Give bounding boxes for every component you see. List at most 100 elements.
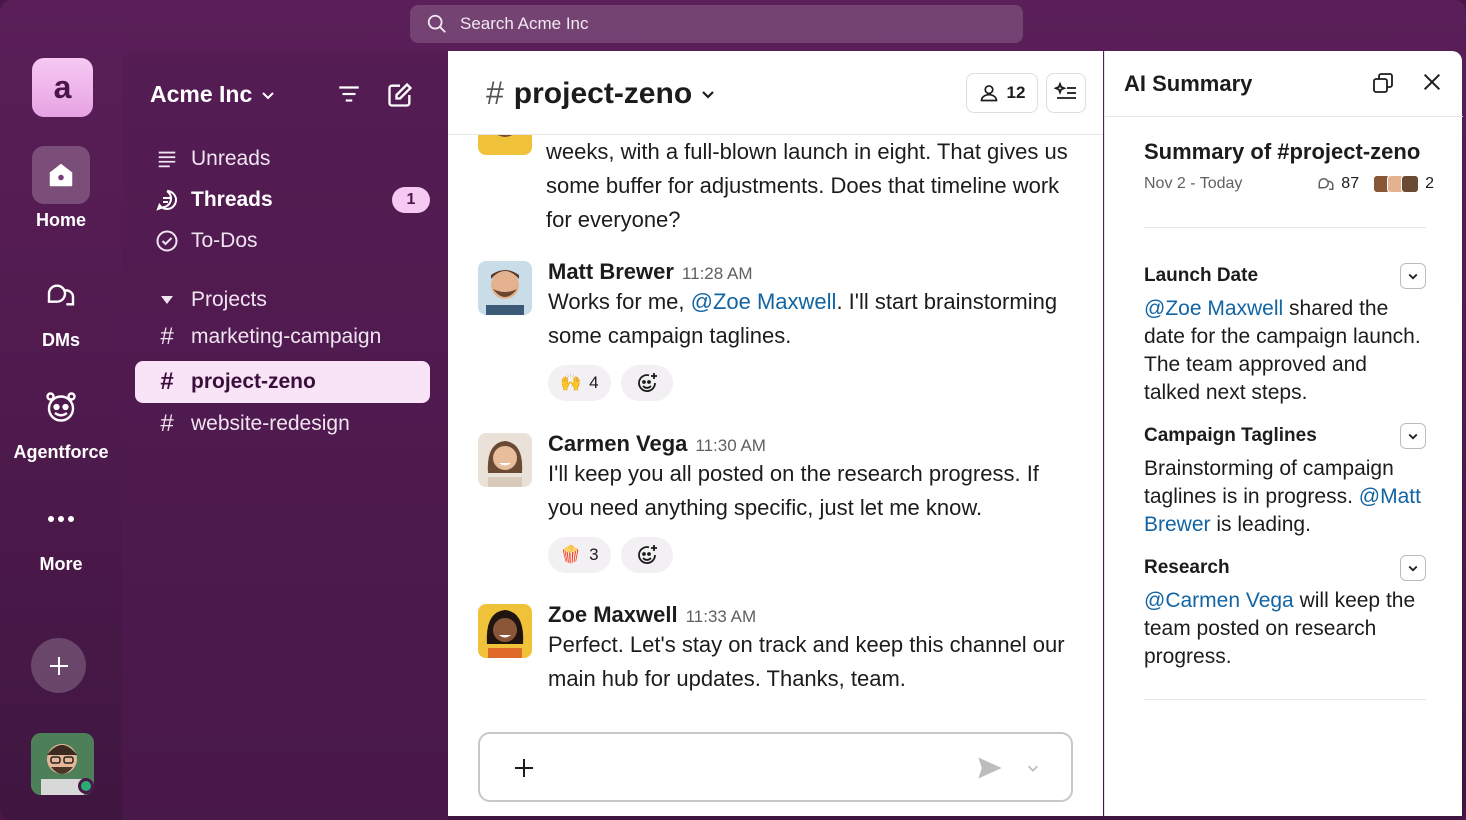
sidebar-item-todos[interactable]: To-Dos bbox=[135, 220, 430, 262]
sidebar-item-label: Threads bbox=[191, 188, 273, 211]
add-emoji-icon bbox=[637, 373, 657, 392]
add-workspace-button[interactable] bbox=[31, 638, 86, 693]
search-bar[interactable]: Search Acme Inc bbox=[410, 5, 1023, 43]
section-heading: Launch Date bbox=[1144, 265, 1259, 286]
members-button[interactable]: 12 bbox=[966, 73, 1038, 113]
panel-title: AI Summary bbox=[1124, 71, 1253, 96]
filter-icon[interactable] bbox=[336, 81, 362, 107]
section-projects-toggle[interactable]: Projects bbox=[135, 279, 430, 321]
avatar[interactable] bbox=[478, 604, 532, 658]
avatar[interactable] bbox=[478, 433, 532, 487]
sidebar-item-label: To-Dos bbox=[191, 229, 258, 252]
reaction-emoji: 🙌 bbox=[560, 373, 582, 392]
avatar bbox=[478, 135, 532, 155]
unreads-icon bbox=[155, 147, 179, 171]
rail-item-agentforce[interactable]: Agentforce bbox=[0, 378, 122, 463]
section-label: Projects bbox=[191, 288, 267, 311]
ai-sparkle-list-icon bbox=[1054, 81, 1076, 99]
chevron-down-icon bbox=[1408, 433, 1418, 440]
sidebar-channel-website-redesign[interactable]: # website-redesign bbox=[135, 403, 430, 445]
chevron-down-icon bbox=[702, 90, 714, 99]
mention-link[interactable]: @Zoe Maxwell bbox=[691, 289, 837, 314]
channel-name: project-zeno bbox=[513, 76, 693, 110]
mention-link[interactable]: @Carmen Vega bbox=[1144, 589, 1294, 612]
section-collapse-button[interactable] bbox=[1400, 263, 1426, 289]
message-timestamp[interactable]: 11:28 AM bbox=[682, 264, 753, 283]
compose-icon[interactable] bbox=[386, 81, 414, 109]
summary-title: Summary of #project-zeno bbox=[1144, 139, 1421, 164]
section-text: @Zoe Maxwell shared the date for the cam… bbox=[1144, 295, 1426, 407]
message-author[interactable]: Zoe Maxwell bbox=[548, 602, 678, 627]
message-timestamp[interactable]: 11:30 AM bbox=[695, 436, 766, 455]
threads-icon bbox=[1318, 177, 1334, 190]
chevron-down-icon bbox=[1408, 565, 1418, 572]
reaction-count: 4 bbox=[589, 373, 599, 392]
section-collapse-button[interactable] bbox=[1400, 423, 1426, 449]
summary-meta: Nov 2 - Today 87 2 bbox=[1144, 175, 1434, 193]
close-icon[interactable] bbox=[1421, 71, 1443, 93]
sidebar-item-threads[interactable]: Threads 1 bbox=[135, 179, 430, 221]
hash-icon: # bbox=[160, 323, 174, 350]
message-author[interactable]: Matt Brewer bbox=[548, 259, 674, 284]
presence-indicator bbox=[78, 778, 94, 794]
channel-header: # project-zeno 12 bbox=[448, 51, 1103, 135]
search-placeholder: Search Acme Inc bbox=[460, 14, 589, 33]
workspace-logo[interactable]: a bbox=[32, 58, 93, 117]
thread-count: 87 bbox=[1341, 175, 1360, 192]
sidebar-item-unreads[interactable]: Unreads bbox=[135, 138, 430, 180]
sidebar-channel-marketing-campaign[interactable]: # marketing-campaign bbox=[135, 316, 430, 358]
participant-count: 2 bbox=[1425, 175, 1434, 192]
message-composer[interactable] bbox=[478, 732, 1073, 802]
pop-out-icon[interactable] bbox=[1371, 71, 1395, 95]
section-collapse-button[interactable] bbox=[1400, 555, 1426, 581]
channel-label: project-zeno bbox=[191, 370, 316, 393]
more-icon bbox=[32, 490, 90, 548]
hash-icon: # bbox=[160, 368, 174, 395]
todos-icon bbox=[155, 229, 179, 253]
add-emoji-icon bbox=[637, 545, 657, 564]
unread-badge: 1 bbox=[392, 187, 430, 213]
message-timestamp[interactable]: 11:33 AM bbox=[686, 607, 757, 626]
plus-icon bbox=[49, 656, 68, 675]
mention-link[interactable]: @Zoe Maxwell bbox=[1144, 297, 1283, 320]
slack-app-window: Search Acme Inc a Home DMs Agentforce Mo… bbox=[0, 0, 1466, 820]
message-text: weeks, with a full-blown launch in eight… bbox=[546, 139, 1068, 232]
channel-title[interactable]: # project-zeno bbox=[486, 75, 716, 112]
reaction-pill[interactable]: 🙌 4 bbox=[548, 365, 611, 401]
dms-icon bbox=[32, 266, 90, 324]
rail-label-home: Home bbox=[35, 210, 86, 230]
person-icon bbox=[980, 85, 997, 102]
summary-section-campaign-taglines: Campaign Taglines Brainstorming of campa… bbox=[1144, 423, 1426, 539]
summary-date-range: Nov 2 - Today bbox=[1144, 175, 1243, 192]
workspace-switcher[interactable]: Acme Inc bbox=[150, 81, 276, 108]
rail-item-more[interactable]: More bbox=[0, 490, 122, 575]
rail-item-dms[interactable]: DMs bbox=[0, 266, 122, 351]
workspace-initial: a bbox=[53, 69, 72, 105]
send-icon[interactable] bbox=[976, 754, 1004, 782]
reaction-emoji: 🍿 bbox=[560, 545, 582, 564]
rail-label-agentforce: Agentforce bbox=[13, 442, 109, 462]
chevron-down-icon[interactable] bbox=[1026, 761, 1040, 775]
divider bbox=[1144, 699, 1426, 700]
plus-icon[interactable] bbox=[512, 756, 536, 780]
chevron-down-icon bbox=[1408, 273, 1418, 280]
text-segment: Works for me, bbox=[548, 289, 691, 314]
hash-icon: # bbox=[486, 75, 504, 111]
rail-item-home[interactable]: Home bbox=[0, 146, 122, 231]
participant-avatar bbox=[1401, 175, 1420, 193]
add-reaction-button[interactable] bbox=[620, 537, 673, 573]
agentforce-icon bbox=[32, 378, 90, 436]
caret-down-icon bbox=[155, 288, 179, 312]
message-list: weeks, with a full-blown launch in eight… bbox=[448, 135, 1103, 725]
search-icon bbox=[427, 14, 446, 33]
sidebar-channel-project-zeno[interactable]: # project-zeno bbox=[135, 361, 430, 403]
panel-header: AI Summary bbox=[1105, 51, 1463, 117]
avatar[interactable] bbox=[478, 261, 532, 315]
ai-summary-button[interactable] bbox=[1046, 73, 1086, 113]
workspace-name: Acme Inc bbox=[150, 81, 253, 107]
ai-summary-panel: AI Summary Summary of #project-zeno Nov … bbox=[1104, 51, 1463, 816]
message-author[interactable]: Carmen Vega bbox=[548, 431, 687, 456]
section-heading: Research bbox=[1144, 557, 1230, 578]
reaction-pill[interactable]: 🍿 3 bbox=[548, 537, 611, 573]
add-reaction-button[interactable] bbox=[620, 365, 673, 401]
